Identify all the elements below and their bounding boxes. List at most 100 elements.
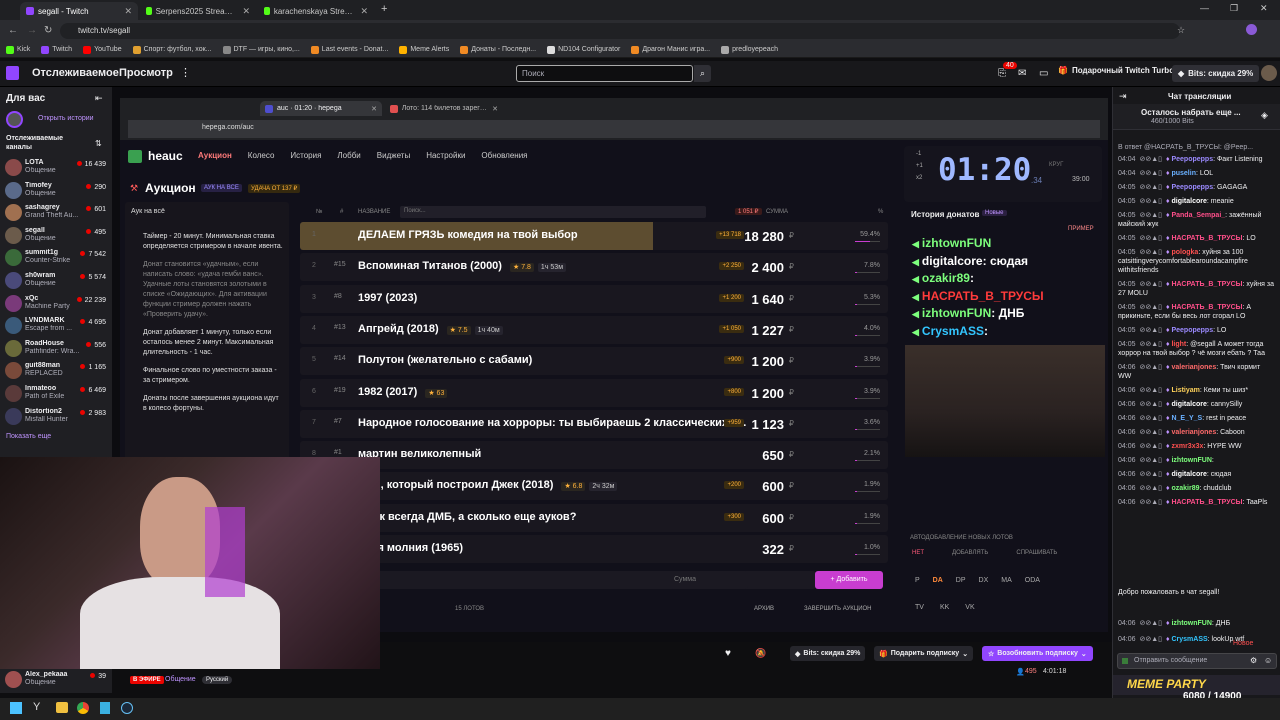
chat-username[interactable]: digitalcore xyxy=(1171,471,1206,478)
resub-button[interactable]: ☆ Возобновить подписку ⌄ xyxy=(982,646,1093,661)
user-avatar[interactable] xyxy=(1261,65,1277,81)
chat-username[interactable]: light xyxy=(1171,341,1186,348)
purple-light xyxy=(205,507,245,597)
steam-icon[interactable] xyxy=(121,702,133,714)
collapse-sidebar-icon[interactable]: ⇤ xyxy=(95,93,103,104)
nav-following[interactable]: Отслеживаемое xyxy=(32,67,119,79)
chat-username[interactable]: digitalcore xyxy=(1171,401,1206,408)
reload-icon[interactable]: ↻ xyxy=(44,25,52,36)
profile-avatar[interactable] xyxy=(1246,24,1257,35)
story-avatar[interactable] xyxy=(6,111,23,128)
chat-username[interactable]: izhtownFUN xyxy=(1171,457,1211,464)
sidebar-channel[interactable]: Distortion2 Misfall Hunter 2 983 xyxy=(0,406,112,428)
app-icon[interactable] xyxy=(100,702,110,714)
bookmark-item[interactable]: Kick xyxy=(6,45,30,54)
search-icon[interactable]: ⌕ xyxy=(694,65,711,82)
sidebar-channel[interactable]: LOTA Общение 16 439 xyxy=(0,157,112,179)
bookmark-item[interactable]: Донаты - Последн... xyxy=(460,45,536,54)
sidebar-channel[interactable]: sh0wram Общение 5 574 xyxy=(0,270,112,292)
sidebar-channel[interactable]: summit1g Counter-Strike 7 542 xyxy=(0,247,112,269)
bookmark-item[interactable]: predloyepeach xyxy=(721,45,778,54)
stream-category[interactable]: Общение xyxy=(165,676,196,683)
chat-username[interactable]: Peepopepps xyxy=(1171,327,1213,334)
search-input[interactable]: Поиск xyxy=(516,65,693,82)
sidebar-channel[interactable]: xQc Machine Party 22 239 xyxy=(0,293,112,315)
show-all-link[interactable]: Показать еще xyxy=(6,433,51,440)
chat-username[interactable]: Panda_Sempai_ xyxy=(1171,212,1225,219)
whispers-icon[interactable]: ▭ xyxy=(1039,68,1048,79)
sort-icon[interactable]: ⇅ xyxy=(95,139,102,148)
chat-username[interactable]: N_E_Y_S xyxy=(1171,415,1202,422)
bookmark-item[interactable]: Meme Alerts xyxy=(399,45,449,54)
more-icon[interactable]: ⋮ xyxy=(180,66,191,79)
sidebar-channel[interactable]: RoadHouse Pathfinder: Wra... 556 xyxy=(0,338,112,360)
turbo-button[interactable]: 🎁 Подарочный Twitch Turbo xyxy=(1058,66,1174,75)
chat-username[interactable]: digitalcore xyxy=(1171,198,1206,205)
bookmark-item[interactable]: Last events - Donat... xyxy=(310,45,388,54)
nav-browse[interactable]: Просмотр xyxy=(119,67,173,79)
chat-username[interactable]: CrysmASS xyxy=(1171,636,1207,643)
folder-icon[interactable] xyxy=(56,702,68,713)
sidebar-channel[interactable]: Timofey Общение 290 xyxy=(0,180,112,202)
chat-username[interactable]: ozakir89 xyxy=(1171,485,1199,492)
sidebar-channel[interactable]: LVNDMARK Escape from ... 4 695 xyxy=(0,315,112,337)
bookmark-item[interactable]: ND104 Configurator xyxy=(547,45,620,54)
sidebar-channel[interactable]: guit88man REPLACED 1 165 xyxy=(0,360,112,382)
gift-sub-button[interactable]: 🎁 Подарить подписку ⌄ xyxy=(874,646,974,661)
close-icon[interactable]: ✕ xyxy=(124,6,132,17)
notify-icon[interactable]: 🔕 xyxy=(755,648,766,659)
close-icon[interactable]: ✕ xyxy=(242,6,250,17)
browser-tab-karachenskaya[interactable]: karachenskaya Stream - Watc... ✕ xyxy=(258,2,374,20)
sidebar-channel[interactable]: Inmateoo Path of Exile 6 469 xyxy=(0,383,112,405)
chat-username[interactable]: puselin xyxy=(1171,170,1196,177)
window-close-icon[interactable]: ✕ xyxy=(1260,3,1268,14)
emote-icon[interactable]: ☺ xyxy=(1264,656,1272,665)
chat-username[interactable]: НАСРАТЬ_В_ТРУСЫ xyxy=(1171,281,1242,288)
chrome-icon[interactable] xyxy=(77,702,89,714)
chat-username[interactable]: НАСРАТЬ_В_ТРУСЫ xyxy=(1171,499,1242,506)
bits-button[interactable]: ◆ Bits: скидка 29% xyxy=(1172,65,1260,82)
forward-icon[interactable]: → xyxy=(27,25,37,36)
chat-username[interactable]: Listiyam xyxy=(1171,387,1199,394)
chat-username[interactable]: valerianjones xyxy=(1171,364,1216,371)
browser-tab-segall[interactable]: segall - Twitch ✕ xyxy=(20,2,138,20)
bits-discount-button[interactable]: ◆ Bits: скидка 29% xyxy=(790,646,866,661)
bookmark-item[interactable]: Спорт: футбол, хок... xyxy=(132,45,212,54)
collapse-chat-icon[interactable]: ⇥ xyxy=(1119,91,1127,102)
chat-username[interactable]: izhtownFUN xyxy=(1171,620,1211,627)
bookmark-star-icon[interactable]: ☆ xyxy=(1177,25,1185,36)
notifications-icon[interactable]: ⎘ xyxy=(998,68,1006,79)
chat-username[interactable]: Peepopepps xyxy=(1171,184,1213,191)
chat-username[interactable]: zxmr3x3x xyxy=(1171,443,1203,450)
new-tab-icon[interactable]: + xyxy=(381,3,387,15)
twitch-logo-icon[interactable] xyxy=(6,66,19,80)
windows-start-icon[interactable] xyxy=(10,702,22,714)
chat-input[interactable]: Отправить сообщение ⚙ ☺ xyxy=(1117,653,1277,669)
yandex-icon[interactable]: Y xyxy=(33,701,40,713)
bookmark-item[interactable]: YouTube xyxy=(83,45,122,54)
open-history-link[interactable]: Открыть истории xyxy=(38,115,94,122)
url-field[interactable]: twitch.tv/segall xyxy=(60,23,1180,39)
minimize-icon[interactable]: — xyxy=(1200,3,1209,13)
back-icon[interactable]: ← xyxy=(8,25,18,36)
browser-tab-serpens[interactable]: Serpens2025 Stream - Watch L... ✕ xyxy=(140,2,256,20)
bookmark-item[interactable]: Драгон Манис игра... xyxy=(631,45,710,54)
close-icon[interactable]: ✕ xyxy=(360,6,368,17)
chat-username[interactable]: Peepopepps xyxy=(1171,156,1213,163)
sidebar-channel[interactable]: segall Общение 495 xyxy=(0,225,112,247)
chat-username[interactable]: НАСРАТЬ_В_ТРУСЫ xyxy=(1171,304,1242,311)
sidebar-bottom-channel[interactable]: Alex_pekaaa Общение 39 xyxy=(0,669,112,693)
settings-icon[interactable]: ⚙ xyxy=(1250,656,1257,665)
heart-icon[interactable]: ♥ xyxy=(725,648,731,659)
bits-goal-bar[interactable]: Осталось набрать еще ... 460/1000 Bits ◈ xyxy=(1113,104,1280,130)
bookmark-item[interactable]: DTF — игры, кино,... xyxy=(222,45,300,54)
bookmark-item[interactable]: Twitch xyxy=(41,45,72,54)
avatar xyxy=(5,671,22,688)
maximize-icon[interactable]: ❐ xyxy=(1230,3,1238,14)
language-tag[interactable]: Русский xyxy=(202,676,233,684)
inbox-icon[interactable]: ✉ xyxy=(1018,68,1026,79)
chat-username[interactable]: НАСРАТЬ_В_ТРУСЫ xyxy=(1171,235,1242,242)
chat-username[interactable]: valerianjones xyxy=(1171,429,1216,436)
chat-username[interactable]: pologka xyxy=(1171,249,1198,256)
sidebar-channel[interactable]: sashagrey Grand Theft Au... 601 xyxy=(0,202,112,224)
